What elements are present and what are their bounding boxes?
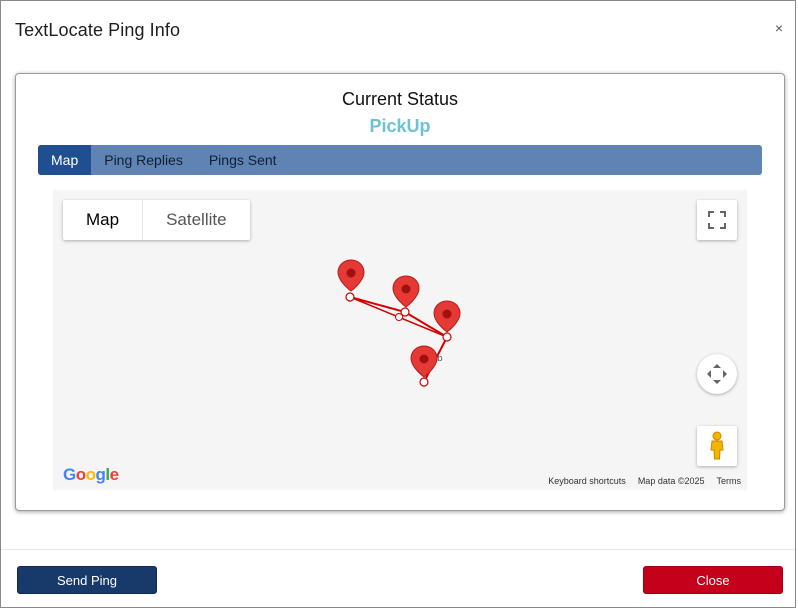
- google-logo: Google: [63, 465, 119, 485]
- map-view[interactable]: b Map Satellite Google Keyboard shortcut…: [53, 190, 747, 490]
- pegman-icon: [710, 431, 724, 460]
- map-attribution: Keyboard shortcuts Map data ©2025 Terms: [548, 474, 741, 488]
- close-button[interactable]: Close: [643, 566, 783, 594]
- google-logo-letter: g: [95, 465, 106, 484]
- keyboard-shortcuts-link[interactable]: Keyboard shortcuts: [548, 476, 626, 486]
- map-data-text: Map data ©2025: [637, 476, 705, 486]
- map-type-satellite-button[interactable]: Satellite: [142, 200, 249, 240]
- tab-bar: Map Ping Replies Pings Sent: [38, 145, 762, 175]
- status-heading: Current Status: [341, 89, 459, 109]
- ping-info-modal: TextLocate Ping Info × Current Status Pi…: [0, 0, 796, 608]
- google-logo-letter: e: [109, 465, 119, 484]
- tab-pings-sent[interactable]: Pings Sent: [196, 145, 290, 175]
- marker-dot: [346, 268, 356, 278]
- status-panel: Current Status PickUp Map Ping Replies P…: [15, 73, 785, 511]
- street-view-button[interactable]: [697, 426, 737, 466]
- status-value: PickUp: [369, 116, 431, 136]
- marker-dot: [442, 309, 452, 319]
- location-marker[interactable]: [337, 259, 365, 302]
- modal-title: TextLocate Ping Info: [15, 20, 181, 40]
- footer-divider: [1, 549, 795, 550]
- fullscreen-icon: [708, 211, 726, 229]
- map-type-map-button[interactable]: Map: [63, 200, 142, 240]
- camera-control-icon: [707, 364, 727, 384]
- waypoint-glyph: b: [437, 354, 443, 364]
- location-marker[interactable]: [433, 300, 461, 342]
- marker-dot: [419, 354, 429, 364]
- close-icon[interactable]: ×: [775, 21, 783, 35]
- camera-control-button[interactable]: [697, 354, 737, 394]
- route-point: [345, 292, 355, 302]
- tab-ping-replies[interactable]: Ping Replies: [91, 145, 196, 175]
- google-logo-letter: o: [75, 465, 86, 484]
- route-point: [400, 307, 410, 317]
- tab-map[interactable]: Map: [38, 145, 92, 175]
- google-logo-letter: G: [63, 465, 76, 484]
- terms-link[interactable]: Terms: [717, 476, 742, 486]
- send-ping-button[interactable]: Send Ping: [17, 566, 157, 594]
- google-logo-letter: o: [85, 465, 96, 484]
- route-point: [419, 377, 429, 387]
- marker-dot: [401, 284, 411, 294]
- fullscreen-button[interactable]: [697, 200, 737, 240]
- location-marker[interactable]: [410, 345, 438, 387]
- route-point: [442, 332, 452, 342]
- map-type-control: Map Satellite: [63, 200, 250, 240]
- modal-header: TextLocate Ping Info ×: [1, 1, 795, 61]
